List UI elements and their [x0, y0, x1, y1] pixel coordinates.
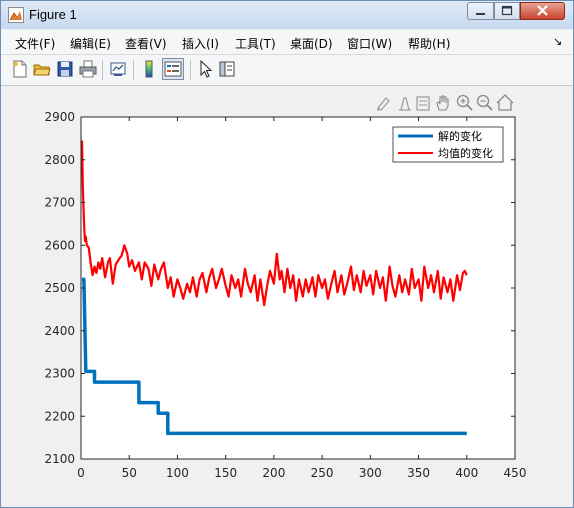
y-tick-label: 2100: [44, 452, 75, 466]
legend-label-series2: 均值的变化: [438, 146, 493, 160]
y-tick-label: 2700: [44, 196, 75, 210]
legend-label-series1: 解的变化: [438, 129, 482, 143]
y-tick-label: 2400: [44, 324, 75, 338]
x-tick-label: 100: [166, 466, 189, 480]
x-tick-label: 450: [504, 466, 527, 480]
x-tick-label: 0: [77, 466, 85, 480]
y-tick-label: 2900: [44, 110, 75, 124]
x-tick-label: 400: [455, 466, 478, 480]
y-tick-label: 2300: [44, 367, 75, 381]
line-chart: 0 50 100 150 200 250 300 350 400 450 2100 2200 2300 2…: [44, 110, 527, 480]
y-tick-label: 2800: [44, 153, 75, 167]
x-tick-label: 300: [359, 466, 382, 480]
legend[interactable]: 解的变化 均值的变化: [392, 126, 504, 163]
y-tick-label: 2500: [44, 281, 75, 295]
x-tick-label: 350: [407, 466, 430, 480]
x-tick-label: 250: [311, 466, 334, 480]
x-tick-label: 200: [262, 466, 285, 480]
x-tick-label: 150: [214, 466, 237, 480]
x-tick-label: 50: [122, 466, 137, 480]
figure-window: Figure 1 文件(F) 编辑(E) 查看(V) 插入(I) 工具(T) 桌…: [0, 0, 574, 508]
y-tick-label: 2200: [44, 409, 75, 423]
y-tick-label: 2600: [44, 238, 75, 252]
